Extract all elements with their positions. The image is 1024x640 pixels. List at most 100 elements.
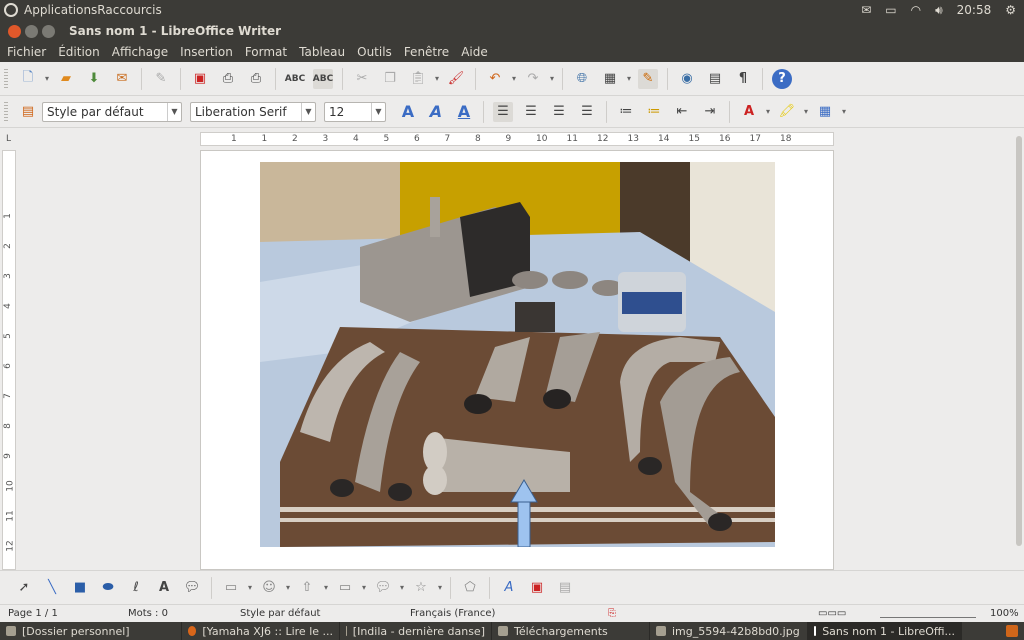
minimize-icon[interactable] bbox=[25, 24, 38, 38]
clone-formatting-icon[interactable]: 🖌︎ bbox=[446, 69, 466, 89]
chevron-down-icon[interactable]: ▼ bbox=[167, 102, 181, 121]
freeform-tool-icon[interactable]: ℓ bbox=[126, 578, 146, 598]
tab-stop-icon[interactable]: L bbox=[6, 134, 11, 144]
styles-formatting-icon[interactable]: ▤ bbox=[18, 102, 38, 122]
justify-icon[interactable]: ☰ bbox=[577, 102, 597, 122]
help-icon[interactable]: ? bbox=[772, 68, 792, 89]
flowchart-icon[interactable]: ▭ bbox=[335, 578, 355, 598]
close-icon[interactable] bbox=[8, 24, 21, 38]
zoom-slider[interactable] bbox=[880, 608, 976, 618]
document-page[interactable] bbox=[200, 150, 834, 570]
callout-tool-icon[interactable]: 💬︎ bbox=[182, 578, 202, 598]
print-preview-icon[interactable]: ⎙ bbox=[246, 69, 266, 89]
document-workspace[interactable]: L 1 1 2 3 4 5 6 7 8 9 10 11 12 13 14 15 16 17 18 123456789… bbox=[0, 128, 1024, 582]
view-layout-icon[interactable]: ▭▭▭ bbox=[818, 608, 846, 619]
chevron-down-icon[interactable]: ▾ bbox=[43, 69, 51, 89]
apps-menu-label[interactable]: ApplicationsRaccourcis bbox=[24, 3, 162, 17]
vertical-ruler[interactable]: 12345678910111213 bbox=[2, 150, 16, 582]
hyperlink-icon[interactable]: 🌐︎ bbox=[572, 69, 592, 89]
background-color-icon[interactable]: ▦ bbox=[815, 102, 835, 122]
toolbar-grip[interactable] bbox=[4, 101, 8, 122]
chevron-down-icon[interactable]: ▾ bbox=[436, 578, 444, 598]
toolbar-grip[interactable] bbox=[4, 68, 8, 89]
open-folder-icon[interactable]: ▰ bbox=[56, 69, 76, 89]
underline-icon[interactable]: A bbox=[454, 102, 474, 122]
task-item[interactable]: img_5594-42b8bd0.jpg bbox=[650, 622, 808, 640]
chevron-down-icon[interactable]: ▾ bbox=[625, 69, 633, 89]
stars-icon[interactable]: ☆ bbox=[411, 578, 431, 598]
clock[interactable]: 20:58 bbox=[957, 3, 992, 17]
table-icon[interactable]: ▦ bbox=[600, 69, 620, 89]
chevron-down-icon[interactable]: ▾ bbox=[398, 578, 406, 598]
save-icon[interactable]: ⬇ bbox=[84, 69, 104, 89]
vertical-scrollbar[interactable] bbox=[1014, 132, 1024, 570]
status-language[interactable]: Français (France) bbox=[410, 608, 495, 619]
extrusion-icon[interactable]: ▤ bbox=[555, 578, 575, 598]
ubuntu-logo-icon[interactable] bbox=[4, 3, 18, 17]
undo-icon[interactable]: ↶ bbox=[485, 69, 505, 89]
redo-icon[interactable]: ↷ bbox=[523, 69, 543, 89]
chevron-down-icon[interactable]: ▾ bbox=[764, 102, 772, 122]
formatting-marks-icon[interactable]: ¶ bbox=[733, 69, 753, 89]
chevron-down-icon[interactable]: ▾ bbox=[322, 578, 330, 598]
points-icon[interactable]: ⬠ bbox=[460, 578, 480, 598]
task-item[interactable]: [Dossier personnel] bbox=[0, 622, 182, 640]
chevron-down-icon[interactable]: ▾ bbox=[510, 69, 518, 89]
gallery-icon[interactable]: ▤ bbox=[705, 69, 725, 89]
show-draw-functions-icon[interactable]: ✎ bbox=[638, 68, 658, 89]
inserted-photo[interactable] bbox=[260, 162, 775, 547]
rectangle-tool-icon[interactable]: ■ bbox=[70, 578, 90, 598]
print-icon[interactable]: ⎙ bbox=[218, 69, 238, 89]
font-size-select[interactable]: 12 ▼ bbox=[324, 101, 386, 122]
mail-icon[interactable]: ✉ bbox=[861, 3, 871, 17]
align-center-icon[interactable]: ☰ bbox=[521, 102, 541, 122]
menu-item-outils[interactable]: Outils bbox=[357, 45, 392, 59]
email-document-icon[interactable]: ✉ bbox=[112, 69, 132, 89]
chevron-down-icon[interactable]: ▾ bbox=[284, 578, 292, 598]
chevron-down-icon[interactable]: ▾ bbox=[840, 102, 848, 122]
align-right-icon[interactable]: ☰ bbox=[549, 102, 569, 122]
menu-item-fenetre[interactable]: Fenêtre bbox=[404, 45, 449, 59]
status-page-style[interactable]: Style par défaut bbox=[240, 608, 320, 619]
fontwork-icon[interactable]: A bbox=[499, 578, 519, 598]
italic-icon[interactable]: A bbox=[426, 102, 446, 122]
battery-icon[interactable]: ▭ bbox=[885, 3, 896, 17]
scrollbar-thumb[interactable] bbox=[1016, 136, 1022, 546]
font-name-select[interactable]: Liberation Serif ▼ bbox=[190, 101, 316, 122]
align-left-icon[interactable]: ☰ bbox=[493, 101, 513, 122]
chevron-down-icon[interactable]: ▾ bbox=[433, 69, 441, 89]
trash-icon[interactable] bbox=[1006, 625, 1018, 637]
task-item[interactable]: Téléchargements bbox=[492, 622, 650, 640]
menu-item-edition[interactable]: Édition bbox=[58, 45, 100, 59]
autospellcheck-icon[interactable]: ABC bbox=[313, 68, 333, 89]
word-count[interactable]: Mots : 0 bbox=[128, 608, 168, 619]
chevron-down-icon[interactable]: ▾ bbox=[548, 69, 556, 89]
task-item[interactable]: [Yamaha XJ6 :: Lire le ... bbox=[182, 622, 340, 640]
block-arrows-icon[interactable]: ⇧ bbox=[297, 578, 317, 598]
select-pointer-icon[interactable]: ➚ bbox=[14, 578, 34, 598]
gear-icon[interactable]: ⚙ bbox=[1005, 3, 1016, 17]
insert-image-icon[interactable]: ▣ bbox=[527, 578, 547, 598]
task-item[interactable]: [Indila - dernière danse] bbox=[340, 622, 492, 640]
maximize-icon[interactable] bbox=[42, 24, 55, 38]
menu-item-fichier[interactable]: Fichier bbox=[7, 45, 46, 59]
spellcheck-icon[interactable]: ABC bbox=[285, 69, 305, 89]
menu-item-tableau[interactable]: Tableau bbox=[299, 45, 345, 59]
paste-icon[interactable]: 📋︎ bbox=[408, 69, 428, 89]
chevron-down-icon[interactable]: ▾ bbox=[246, 578, 254, 598]
increase-indent-icon[interactable]: ⇥ bbox=[700, 102, 720, 122]
line-tool-icon[interactable]: ╲ bbox=[42, 578, 62, 598]
symbol-shapes-icon[interactable]: ☺ bbox=[259, 578, 279, 598]
highlighting-icon[interactable]: 🖍︎ bbox=[777, 102, 797, 122]
bullets-icon[interactable]: ≔ bbox=[644, 102, 664, 122]
menu-item-affichage[interactable]: Affichage bbox=[112, 45, 168, 59]
wifi-icon[interactable]: ◠ bbox=[911, 3, 921, 17]
edit-document-icon[interactable]: ✎ bbox=[151, 69, 171, 89]
basic-shapes-icon[interactable]: ▭ bbox=[221, 578, 241, 598]
menu-item-format[interactable]: Format bbox=[245, 45, 287, 59]
ellipse-tool-icon[interactable]: ⬬ bbox=[98, 578, 118, 598]
copy-icon[interactable]: ❐ bbox=[380, 69, 400, 89]
chevron-down-icon[interactable]: ▼ bbox=[371, 102, 385, 121]
menu-item-insertion[interactable]: Insertion bbox=[180, 45, 233, 59]
navigator-icon[interactable]: ◉ bbox=[677, 69, 697, 89]
